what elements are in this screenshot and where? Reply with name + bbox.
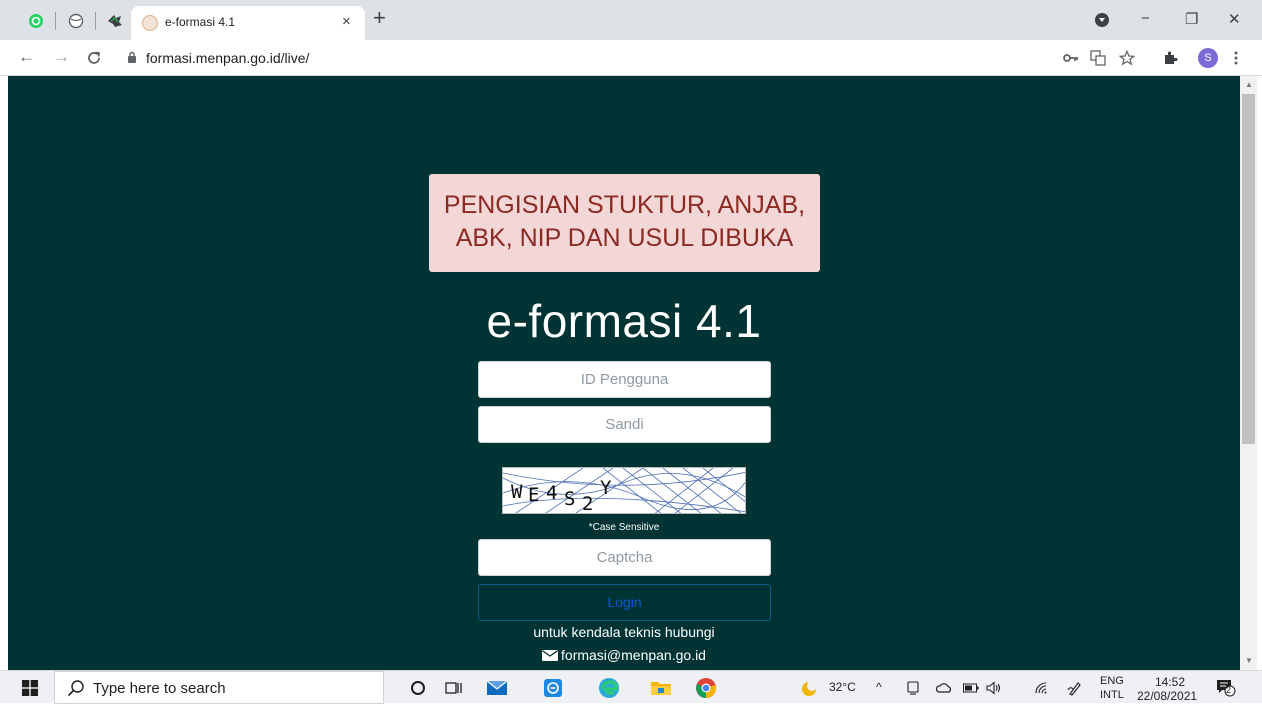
- cortana-button[interactable]: [406, 677, 430, 699]
- svg-text:2: 2: [582, 493, 593, 514]
- page-right-margin: [1257, 76, 1262, 670]
- svg-text:S: S: [564, 488, 575, 510]
- announcement-line-1: PENGISIAN STUKTUR, ANJAB,: [443, 191, 806, 219]
- globe-icon: [68, 13, 84, 29]
- reload-icon[interactable]: [86, 50, 102, 66]
- taskbar-search-placeholder: Type here to search: [93, 680, 226, 697]
- taskbar-mail-app[interactable]: [485, 677, 509, 699]
- notification-count-badge: 2: [1226, 685, 1232, 695]
- chrome-icon: [696, 678, 716, 698]
- weather-temperature[interactable]: 32°C: [829, 680, 856, 694]
- taskbar-edge-app[interactable]: [597, 677, 621, 699]
- tab-strip: e-formasi 4.1 × + − ❐ ✕: [0, 0, 1262, 40]
- tab-close-icon[interactable]: ×: [342, 13, 351, 30]
- extension-shield-icon[interactable]: [1094, 12, 1110, 28]
- support-email-link[interactable]: formasi@menpan.go.id: [408, 647, 840, 663]
- store-app-icon: [544, 679, 562, 697]
- menu-kebab-icon[interactable]: [1234, 51, 1238, 65]
- login-button[interactable]: Login: [478, 584, 771, 621]
- svg-text:W: W: [511, 481, 523, 503]
- profile-avatar[interactable]: S: [1198, 48, 1218, 68]
- svg-text:4: 4: [546, 482, 557, 504]
- edge-browser-icon: [599, 678, 619, 698]
- new-tab-button[interactable]: +: [373, 7, 386, 29]
- clock-date[interactable]: 22/08/2021: [1137, 689, 1197, 703]
- scroll-up-arrow-icon[interactable]: ▲: [1245, 80, 1253, 89]
- minimize-button[interactable]: −: [1141, 10, 1150, 27]
- cortana-circle-icon: [411, 681, 425, 695]
- taskbar-chrome-app[interactable]: [694, 677, 718, 699]
- tab-favicon-icon: [142, 15, 158, 31]
- whatsapp-icon: [29, 14, 43, 28]
- windows-start-icon[interactable]: [22, 680, 38, 696]
- tray-show-hidden-icon[interactable]: ^: [876, 680, 882, 694]
- support-email[interactable]: formasi@menpan.go.id: [561, 647, 706, 663]
- captcha-input[interactable]: [478, 539, 771, 576]
- pen-ink-icon[interactable]: [1067, 680, 1081, 696]
- close-window-button[interactable]: ✕: [1228, 10, 1241, 28]
- username-input[interactable]: [478, 361, 771, 398]
- search-icon: [67, 680, 84, 697]
- svg-text:Y: Y: [600, 477, 612, 499]
- password-input[interactable]: [478, 406, 771, 443]
- translate-icon[interactable]: [1090, 50, 1106, 66]
- announcement-banner: PENGISIAN STUKTUR, ANJAB, ABK, NIP DAN U…: [429, 174, 820, 272]
- envelope-icon: [542, 650, 559, 661]
- page-scrollbar[interactable]: ▲ ▼: [1240, 76, 1257, 670]
- meet-now-icon[interactable]: [907, 681, 919, 695]
- tab-separator: [55, 12, 56, 30]
- mail-app-icon: [486, 680, 508, 695]
- folder-icon: [651, 682, 671, 695]
- captcha-text-graphic: W E 4 S 2 Y: [511, 477, 612, 514]
- clock-time[interactable]: 14:52: [1155, 675, 1185, 689]
- app-title: e-formasi 4.1: [486, 295, 762, 347]
- captcha-image: W E 4 S 2 Y: [502, 467, 746, 514]
- task-view-icon: [445, 682, 462, 694]
- volume-icon[interactable]: [986, 681, 1002, 695]
- taskbar-search-box[interactable]: Type here to search: [54, 671, 384, 704]
- tab-title: e-formasi 4.1: [165, 15, 236, 29]
- windows-taskbar: Type here to search 32°C ^ ENG INTL 14:5…: [0, 670, 1262, 704]
- taskbar-minus-app[interactable]: [541, 677, 565, 699]
- extensions-puzzle-icon[interactable]: [1162, 50, 1178, 66]
- announcement-line-2: ABK, NIP DAN USUL DIBUKA: [455, 224, 794, 252]
- lock-icon[interactable]: [127, 51, 137, 64]
- support-text: untuk kendala teknis hubungi: [533, 624, 715, 640]
- forward-button[interactable]: →: [53, 48, 70, 66]
- scroll-thumb[interactable]: [1242, 94, 1255, 444]
- wifi-icon[interactable]: [1034, 681, 1048, 695]
- battery-icon[interactable]: [963, 683, 979, 693]
- back-button[interactable]: ←: [18, 48, 35, 66]
- restore-button[interactable]: ❐: [1185, 10, 1198, 28]
- active-tab[interactable]: e-formasi 4.1 ×: [131, 6, 365, 40]
- bookmark-star-icon[interactable]: [1119, 50, 1135, 66]
- pinned-tab-app[interactable]: [101, 9, 129, 33]
- svg-text:E: E: [528, 484, 539, 506]
- pinned-tab-globe[interactable]: [62, 9, 90, 33]
- language-indicator-top[interactable]: ENG: [1100, 675, 1124, 687]
- weather-sun-icon[interactable]: [800, 680, 818, 698]
- taskbar-file-explorer[interactable]: [649, 677, 673, 699]
- language-indicator-bottom[interactable]: INTL: [1100, 689, 1124, 701]
- puzzle-app-icon: [108, 15, 122, 27]
- login-page: PENGISIAN STUKTUR, ANJAB, ABK, NIP DAN U…: [8, 76, 1240, 670]
- tab-separator: [95, 12, 96, 30]
- task-view-button[interactable]: [442, 677, 466, 699]
- key-icon[interactable]: [1063, 52, 1079, 64]
- pinned-tab-whatsapp[interactable]: [22, 9, 50, 33]
- page-left-margin: [0, 76, 8, 670]
- address-bar[interactable]: formasi.menpan.go.id/live/: [146, 50, 309, 66]
- onedrive-cloud-icon[interactable]: [936, 682, 952, 694]
- scroll-down-arrow-icon[interactable]: ▼: [1245, 656, 1253, 665]
- case-sensitive-note: *Case Sensitive: [588, 522, 660, 533]
